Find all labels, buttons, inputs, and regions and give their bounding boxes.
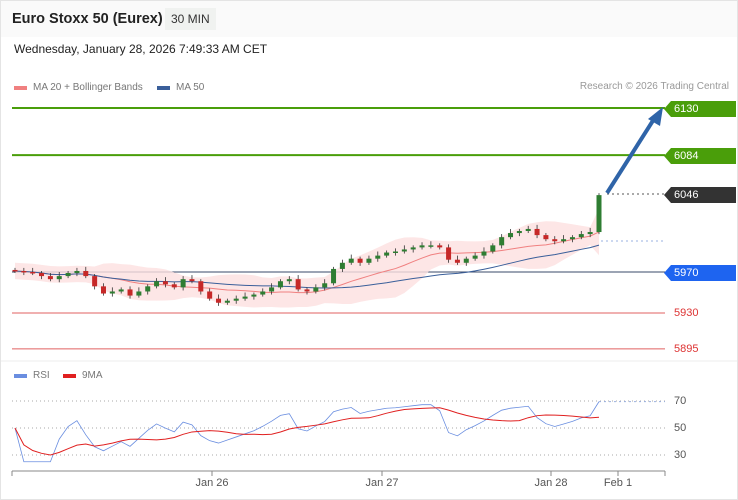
candle: [65, 273, 71, 277]
candle: [198, 281, 204, 292]
candle: [375, 255, 381, 259]
candle: [481, 251, 487, 256]
rsi-line: [14, 401, 600, 463]
candle: [162, 281, 168, 285]
x-tick-jan27: Jan 27: [365, 477, 399, 489]
legend-rsi-ma: 9MA: [63, 370, 103, 381]
candle: [428, 245, 434, 247]
rsi-tick-70: 70: [674, 395, 687, 407]
candle: [561, 239, 567, 242]
candle: [499, 237, 505, 246]
candle: [516, 231, 522, 234]
candle: [180, 279, 186, 288]
candle: [410, 247, 416, 250]
x-tick-jan26: Jan 26: [195, 477, 229, 489]
candle: [331, 268, 337, 284]
candle: [295, 279, 301, 290]
candle: [357, 258, 363, 263]
candle: [463, 258, 469, 263]
candle: [100, 286, 106, 294]
candle: [384, 252, 390, 256]
price-chart: [1, 107, 737, 476]
rsi-tick-30: 30: [674, 449, 687, 461]
candle: [304, 289, 310, 292]
candle: [454, 259, 460, 263]
level-tag-r2: 6130: [664, 101, 736, 117]
candle: [39, 273, 45, 277]
candle: [552, 239, 558, 242]
candle: [83, 270, 89, 277]
candle: [30, 272, 36, 274]
candle: [207, 291, 213, 299]
candle: [74, 270, 80, 274]
x-tick-feb1: Feb 1: [603, 477, 633, 489]
candle: [401, 249, 407, 252]
candle: [21, 270, 27, 273]
candle: [313, 287, 319, 292]
candle: [587, 232, 593, 235]
candle: [171, 284, 177, 288]
candle: [216, 298, 222, 303]
candle: [419, 245, 425, 248]
candle: [127, 289, 133, 296]
candle: [446, 247, 452, 260]
candle: [269, 287, 275, 292]
level-tag-last: 6046: [664, 187, 736, 203]
candle: [189, 279, 195, 282]
candle: [596, 195, 602, 233]
candle: [145, 286, 151, 292]
candle: [277, 281, 283, 288]
candle: [56, 276, 62, 280]
level-tag-pivot: 5970: [664, 265, 736, 281]
rsi-swatch: [14, 373, 27, 378]
candle: [154, 281, 160, 287]
candle: [12, 269, 18, 272]
candle: [490, 245, 496, 252]
candle: [543, 235, 549, 240]
candle: [569, 237, 575, 240]
x-tick-jan28: Jan 28: [534, 477, 568, 489]
candle: [472, 255, 478, 259]
candle: [118, 289, 124, 292]
candle: [534, 228, 540, 236]
candle: [525, 228, 531, 231]
candle: [224, 300, 230, 303]
candle: [322, 283, 328, 288]
candle: [437, 245, 443, 248]
chart-widget: Euro Stoxx 50 (Eurex) 30 MIN Wednesday, …: [0, 0, 738, 500]
rsi-ma-swatch: [63, 373, 76, 378]
level-tag-r1: 6084: [664, 148, 736, 164]
candle: [260, 291, 266, 295]
candle: [348, 258, 354, 263]
rsi-tick-50: 50: [674, 422, 687, 434]
candle: [47, 276, 53, 280]
candle: [136, 291, 142, 296]
candle: [508, 233, 514, 238]
candle: [339, 262, 345, 269]
candle: [578, 234, 584, 238]
legend-rsi: RSI: [14, 370, 50, 381]
candle: [366, 258, 372, 263]
level-label-s2: 5895: [674, 343, 699, 355]
candle: [251, 294, 257, 297]
candle: [109, 291, 115, 294]
candle: [92, 276, 98, 287]
candle: [233, 298, 239, 301]
legend-label: 9MA: [82, 370, 103, 381]
candle: [392, 251, 398, 253]
candle: [286, 279, 292, 282]
level-label-s1: 5930: [674, 307, 699, 319]
candle: [242, 296, 248, 299]
legend-label: RSI: [33, 370, 50, 381]
